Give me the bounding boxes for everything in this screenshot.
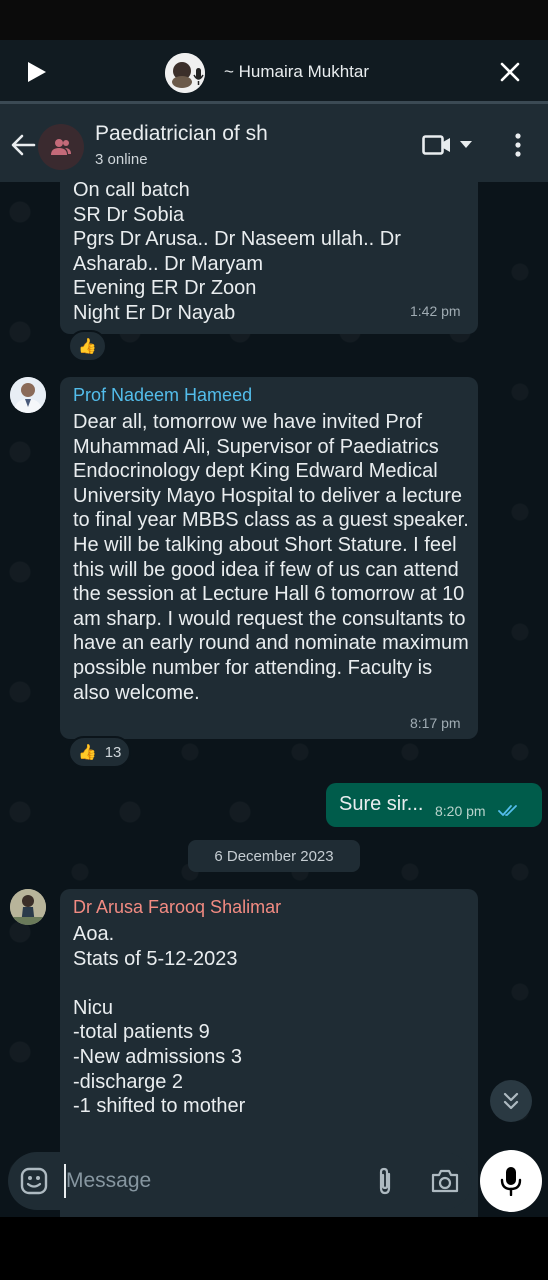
- sender-name[interactable]: Dr Arusa Farooq Shalimar: [73, 897, 281, 918]
- message-text: Sure sir...: [339, 793, 424, 815]
- thumbs-up-icon: 👍: [78, 338, 97, 355]
- chat-header: Paediatrician of sh 3 online: [0, 104, 548, 182]
- avatar[interactable]: [10, 377, 46, 413]
- close-icon[interactable]: [498, 60, 522, 84]
- online-status: 3 online: [95, 151, 148, 168]
- message-bubble[interactable]: Prof Nadeem Hameed Dear all, tomorrow we…: [60, 377, 478, 739]
- back-arrow-icon[interactable]: [10, 132, 36, 158]
- reaction-count: 13: [104, 743, 122, 761]
- navigation-bar: [0, 1217, 548, 1280]
- status-bar: [0, 0, 548, 40]
- double-chevron-down-icon: [503, 1092, 519, 1110]
- message-time: 1:42 pm: [410, 303, 461, 319]
- group-avatar[interactable]: [38, 124, 84, 170]
- avatar[interactable]: [10, 889, 46, 925]
- voice-record-button[interactable]: [480, 1150, 542, 1212]
- mic-icon: [500, 1167, 522, 1196]
- scroll-to-bottom-button[interactable]: [490, 1080, 532, 1122]
- message-bubble[interactable]: On call batch SR Dr Sobia Pgrs Dr Arusa.…: [60, 182, 478, 334]
- video-call-icon[interactable]: [422, 134, 452, 156]
- voice-chat-title: ~ Humaira Mukhtar: [224, 62, 370, 81]
- message-reaction[interactable]: 👍 13: [68, 736, 132, 768]
- emoji-icon[interactable]: [20, 1167, 48, 1195]
- message-text: Dear all, tomorrow we have invited Prof …: [73, 411, 469, 704]
- camera-icon[interactable]: [430, 1168, 460, 1194]
- sender-name[interactable]: Prof Nadeem Hameed: [73, 385, 252, 406]
- group-icon: [51, 139, 71, 155]
- message-input[interactable]: [64, 1164, 354, 1198]
- message-time: 8:17 pm: [410, 715, 461, 731]
- voice-chat-avatar: [165, 53, 205, 93]
- chevron-down-icon[interactable]: [459, 140, 473, 150]
- message-composer: [8, 1152, 472, 1210]
- message-text: Aoa. Stats of 5-12-2023 Nicu -total pati…: [73, 923, 246, 1118]
- message-reaction[interactable]: 👍: [68, 330, 107, 362]
- voice-chat-bar[interactable]: ~ Humaira Mukhtar: [0, 40, 548, 104]
- play-icon[interactable]: [24, 60, 48, 84]
- paperclip-icon[interactable]: [374, 1166, 396, 1196]
- date-separator: 6 December 2023: [188, 840, 360, 872]
- message-time: 8:20 pm: [435, 803, 486, 819]
- chat-title[interactable]: Paediatrician of sh: [95, 122, 268, 146]
- chat-messages[interactable]: On call batch SR Dr Sobia Pgrs Dr Arusa.…: [0, 182, 548, 1217]
- read-ticks-icon: [498, 805, 517, 816]
- more-vertical-icon[interactable]: [512, 132, 524, 158]
- thumbs-up-icon: 👍: [78, 744, 97, 761]
- outgoing-message-bubble[interactable]: Sure sir... 8:20 pm: [326, 783, 542, 827]
